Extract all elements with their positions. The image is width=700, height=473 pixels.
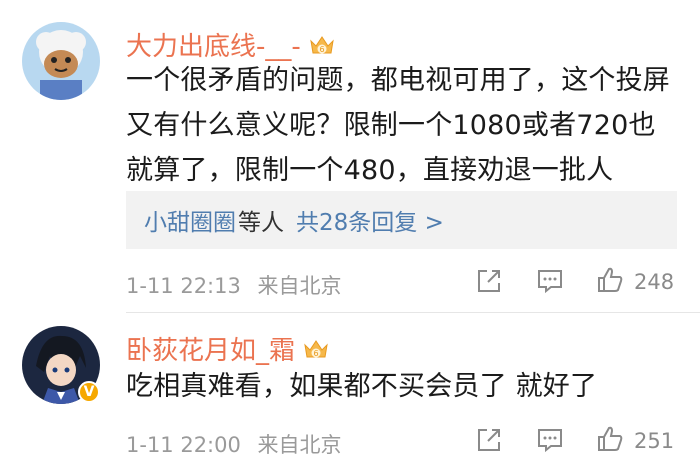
replies-box[interactable]: 小甜圈圈 等人 共28条回复 > xyxy=(126,191,677,249)
comment-icon[interactable] xyxy=(536,427,564,453)
location: 来自北京 xyxy=(257,433,342,457)
like-icon[interactable] xyxy=(596,266,624,294)
like-count: 248 xyxy=(634,270,675,294)
comment-line: 一个很矛盾的问题，都电视可用了，这个投屏 xyxy=(126,65,670,96)
comment-line: 又有什么意义呢？限制一个1080或者720也 xyxy=(126,110,656,141)
comment-meta: 1-11 22:00 来自北京 xyxy=(126,429,342,459)
user-avatar[interactable] xyxy=(22,22,100,100)
location: 来自北京 xyxy=(257,274,342,298)
share-icon[interactable] xyxy=(476,427,502,453)
username[interactable]: 卧荻花月如_霜 6 xyxy=(126,330,329,367)
verified-badge-icon: V xyxy=(78,381,100,403)
share-icon[interactable] xyxy=(476,268,502,294)
comment-line: 就算了，限制一个480，直接劝退一批人 xyxy=(126,155,614,186)
timestamp: 1-11 22:13 xyxy=(126,274,241,298)
reply-user-names[interactable]: 小甜圈圈 xyxy=(144,203,236,237)
comment-line: 吃相真难看，如果都不买会员了 就好了 xyxy=(126,371,598,402)
comment-meta: 1-11 22:13 来自北京 xyxy=(126,270,342,300)
svg-text:6: 6 xyxy=(319,45,324,54)
like-icon[interactable] xyxy=(596,425,624,453)
crown-vip-icon: 6 xyxy=(310,35,334,54)
timestamp: 1-11 22:00 xyxy=(126,433,241,457)
divider xyxy=(126,312,700,313)
comment-text: 吃相真难看，如果都不买会员了 就好了 xyxy=(126,364,681,409)
username-text[interactable]: 卧荻花月如_霜 xyxy=(126,330,295,367)
comment-text: 一个很矛盾的问题，都电视可用了，这个投屏 又有什么意义呢？限制一个1080或者7… xyxy=(126,58,681,193)
reply-count-link[interactable]: 共28条回复 > xyxy=(296,203,444,237)
crown-vip-icon: 6 xyxy=(304,339,328,358)
svg-text:6: 6 xyxy=(313,349,318,358)
like-count: 251 xyxy=(634,429,675,453)
reply-others-label: 等人 xyxy=(238,210,284,236)
comment-icon[interactable] xyxy=(536,268,564,294)
